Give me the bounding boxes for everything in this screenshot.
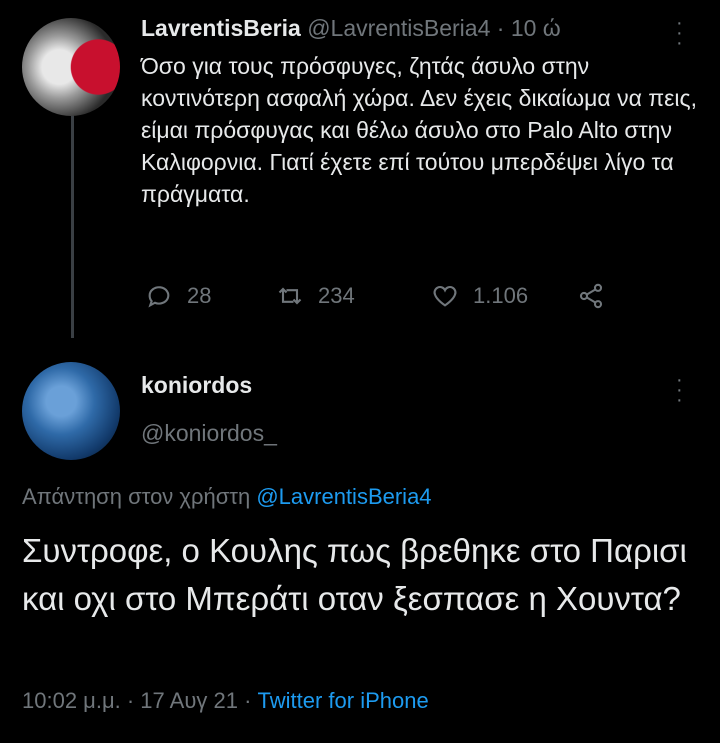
tweet1-time[interactable]: 10 ώ: [511, 15, 561, 41]
reply-icon: [148, 286, 170, 308]
more-icon[interactable]: · · ·: [676, 370, 683, 410]
tweet2-handle[interactable]: @koniordos_: [141, 420, 277, 447]
reply-prefix: Απάντηση στον χρήστη: [22, 484, 251, 509]
retweet-icon: [278, 287, 302, 305]
tweet2-source-link[interactable]: Twitter for iPhone: [258, 688, 429, 713]
avatar-koniordos[interactable]: [22, 362, 120, 460]
reply-count: 28: [187, 283, 212, 308]
tweet2-text: Συντροφε, ο Κουλης πως βρεθηκε στο Παρισ…: [22, 532, 687, 617]
reply-to-link[interactable]: @LavrentisBeria4: [256, 484, 431, 509]
reply-context: Απάντηση στον χρήστη @LavrentisBeria4: [22, 484, 432, 510]
tweet2-display-name[interactable]: koniordos: [141, 372, 252, 399]
tweet1-handle[interactable]: @LavrentisBeria4: [307, 15, 490, 41]
retweet-button[interactable]: 234: [276, 282, 355, 310]
like-icon: [433, 285, 457, 307]
tweet1-actions: 28 234 1.106: [141, 282, 661, 318]
retweet-count: 234: [318, 283, 355, 308]
tweet1-text: Όσο για τους πρόσφυγες, ζητάς άσυλο στην…: [141, 53, 697, 207]
share-icon: [579, 283, 603, 309]
reply-button[interactable]: 28: [145, 282, 211, 310]
tweet1-display-name[interactable]: LavrentisBeria: [141, 15, 301, 41]
more-icon[interactable]: · · ·: [676, 13, 683, 53]
tweet1-header: LavrentisBeria @LavrentisBeria4 · 10 ώ: [141, 15, 561, 42]
thread-connector-line: [71, 110, 74, 338]
tweet2-meta: 10:02 μ.μ. · 17 Αυγ 21 · Twitter for iPh…: [22, 688, 429, 714]
tweet2-timestamp[interactable]: 10:02 μ.μ. · 17 Αυγ 21 ·: [22, 688, 258, 713]
tweet1-separator: ·: [496, 15, 505, 41]
like-count: 1.106: [473, 283, 529, 308]
avatar-lavrentisberia[interactable]: [22, 18, 120, 116]
share-button[interactable]: [577, 282, 605, 310]
like-button[interactable]: 1.106: [431, 282, 528, 310]
